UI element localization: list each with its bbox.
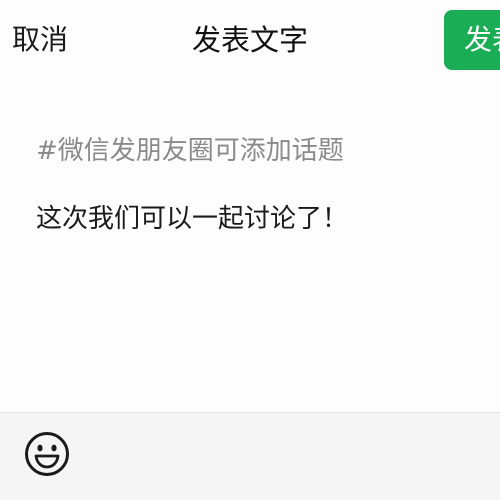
page-title: 发表文字 [191, 23, 308, 57]
publish-button[interactable]: 发表 [444, 10, 500, 70]
compose-area[interactable]: #微信发朋友圈可添加话题 这次我们可以一起讨论了！ [0, 82, 500, 412]
post-text-input[interactable]: 这次我们可以一起讨论了！ [36, 202, 348, 236]
nav-bar: 取消 发表文字 发表 [0, 0, 500, 82]
smiley-face-icon [25, 432, 69, 476]
compose-screen: 取消 发表文字 发表 #微信发朋友圈可添加话题 这次我们可以一起讨论了！ [0, 0, 500, 500]
topic-hint: #微信发朋友圈可添加话题 [36, 136, 344, 166]
bottom-toolbar [0, 412, 500, 500]
emoji-button[interactable] [22, 429, 72, 479]
